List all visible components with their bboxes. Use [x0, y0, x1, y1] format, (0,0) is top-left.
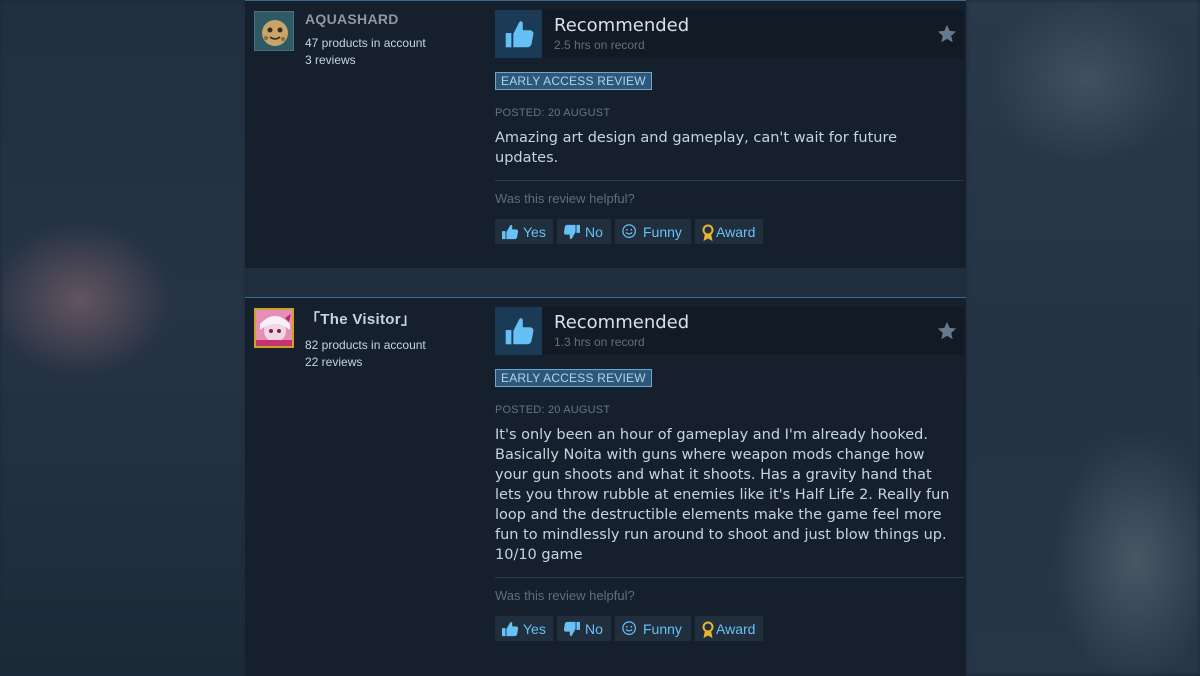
thumbs-up-icon [495, 307, 542, 355]
funny-label: Funny [643, 223, 682, 240]
review-separator [245, 267, 966, 297]
thumbs-up-icon [501, 224, 519, 240]
posted-date: POSTED: 20 AUGUST [495, 404, 611, 416]
background-right [966, 0, 1200, 675]
early-access-badge: EARLY ACCESS REVIEW [495, 369, 652, 387]
thumbs-up-icon [495, 10, 542, 58]
smiley-icon [621, 620, 639, 637]
hours-on-record: 1.3 hrs on record [554, 335, 645, 349]
award-ribbon-icon [701, 621, 715, 638]
award-button[interactable]: Award [695, 219, 763, 244]
award-ribbon-icon [701, 224, 715, 241]
yes-label: Yes [523, 620, 546, 637]
avatar[interactable] [254, 308, 294, 348]
award-label: Award [716, 620, 756, 637]
author-name[interactable]: AQUASHARD [305, 11, 426, 27]
award-button[interactable]: Award [695, 616, 763, 641]
helpful-prompt: Was this review helpful? [495, 191, 635, 206]
reviews-count[interactable]: 22 reviews [305, 354, 426, 371]
early-access-badge: EARLY ACCESS REVIEW [495, 72, 652, 90]
vote-header[interactable]: Recommended 1.3 hrs on record [495, 307, 964, 355]
review-card: AQUASHARD 47 products in account 3 revie… [245, 0, 966, 268]
review-text: It's only been an hour of gameplay and I… [495, 427, 950, 563]
smiley-icon [621, 223, 639, 240]
divider [495, 577, 964, 578]
background-left [0, 0, 245, 675]
thumbs-down-icon [563, 224, 581, 240]
star-icon[interactable] [936, 23, 958, 45]
products-count[interactable]: 82 products in account [305, 337, 426, 354]
vote-header[interactable]: Recommended 2.5 hrs on record [495, 10, 964, 58]
avatar[interactable] [254, 11, 294, 51]
yes-button[interactable]: Yes [495, 616, 553, 641]
funny-label: Funny [643, 620, 682, 637]
award-label: Award [716, 223, 756, 240]
yes-label: Yes [523, 223, 546, 240]
review-text: Amazing art design and gameplay, can't w… [495, 130, 898, 166]
funny-button[interactable]: Funny [615, 616, 691, 641]
review-card: 「The Visitor」 82 products in account 22 … [245, 297, 966, 676]
star-icon[interactable] [936, 320, 958, 342]
reviews-count[interactable]: 3 reviews [305, 52, 426, 69]
verdict-title: Recommended [554, 15, 690, 36]
helpful-prompt: Was this review helpful? [495, 588, 635, 603]
thumbs-up-icon [501, 621, 519, 637]
funny-button[interactable]: Funny [615, 219, 691, 244]
posted-date: POSTED: 20 AUGUST [495, 107, 611, 119]
no-label: No [585, 620, 603, 637]
yes-button[interactable]: Yes [495, 219, 553, 244]
no-button[interactable]: No [557, 219, 611, 244]
products-count[interactable]: 47 products in account [305, 35, 426, 52]
verdict-title: Recommended [554, 312, 690, 333]
thumbs-down-icon [563, 621, 581, 637]
author-name[interactable]: 「The Visitor」 [305, 308, 426, 329]
hours-on-record: 2.5 hrs on record [554, 38, 645, 52]
no-button[interactable]: No [557, 616, 611, 641]
divider [495, 180, 964, 181]
no-label: No [585, 223, 603, 240]
